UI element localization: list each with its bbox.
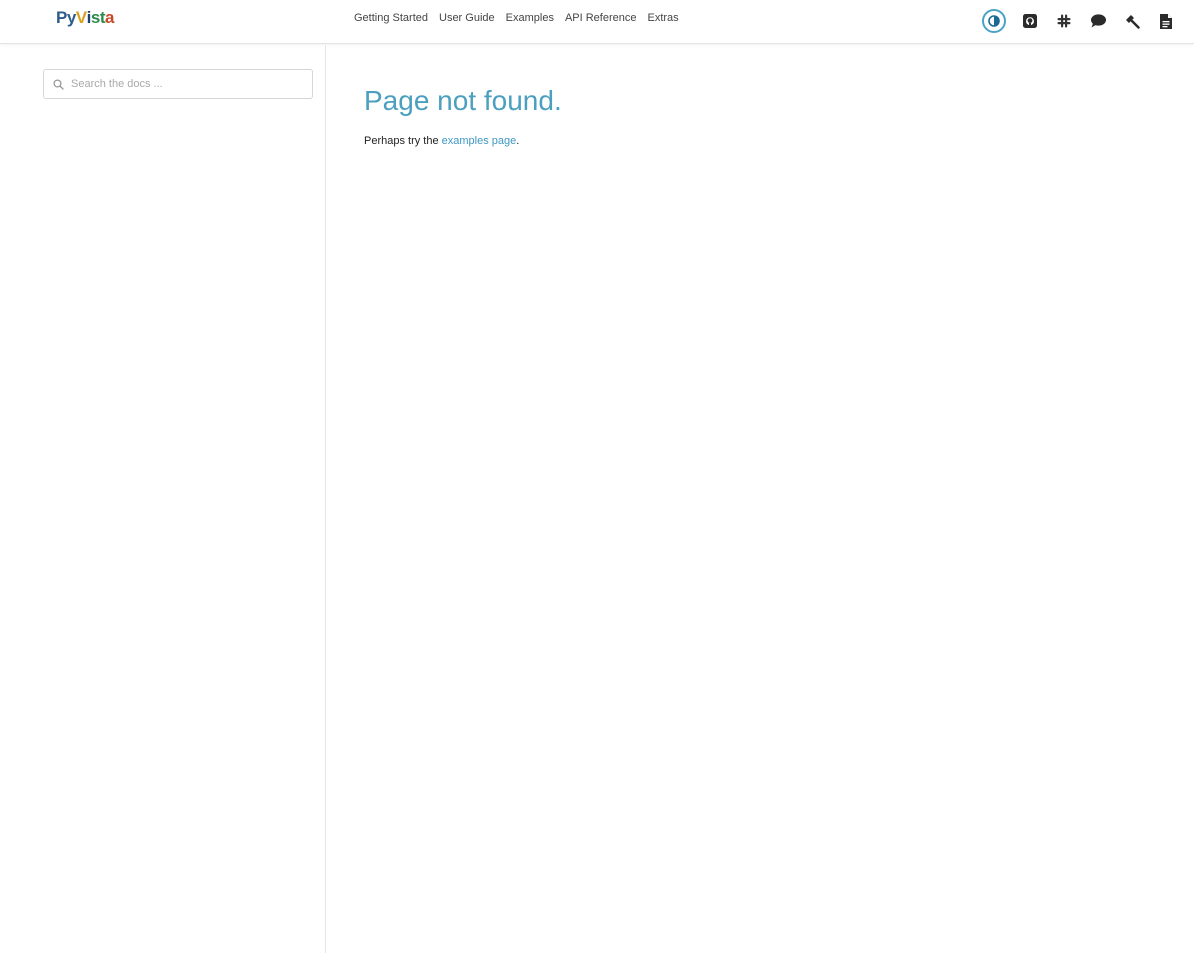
main-nav: Getting Started User Guide Examples API … <box>352 12 681 24</box>
discussions-link[interactable] <box>1088 11 1108 31</box>
not-found-message: Perhaps try the examples page. <box>364 135 1144 147</box>
nav-getting-started[interactable]: Getting Started <box>352 12 430 24</box>
search-box[interactable] <box>43 69 313 99</box>
discussion-icon <box>1090 14 1106 28</box>
github-link[interactable] <box>1020 11 1040 31</box>
navbar-icon-links <box>982 9 1176 33</box>
logo-part-v: V <box>75 8 87 27</box>
theme-toggle-button[interactable] <box>982 9 1006 33</box>
document-link[interactable] <box>1156 11 1176 31</box>
nav-api-reference[interactable]: API Reference <box>563 12 639 24</box>
nav-extras[interactable]: Extras <box>645 12 680 24</box>
pyvista-logo[interactable]: Py Vi st a <box>56 8 114 28</box>
logo-part-st: st <box>90 8 106 27</box>
sidebar <box>0 45 326 953</box>
message-text-before: Perhaps try the <box>364 135 442 147</box>
main-content: Page not found. Perhaps try the examples… <box>364 84 1144 147</box>
build-link[interactable] <box>1122 11 1142 31</box>
nav-examples[interactable]: Examples <box>504 12 556 24</box>
document-icon <box>1160 13 1172 29</box>
logo-part-a: a <box>105 8 114 27</box>
slack-icon <box>1057 14 1071 28</box>
examples-page-link[interactable]: examples page <box>442 135 517 147</box>
slack-link[interactable] <box>1054 11 1074 31</box>
nav-user-guide[interactable]: User Guide <box>437 12 497 24</box>
logo-part-py: Py <box>56 8 76 27</box>
message-text-after: . <box>516 135 520 147</box>
theme-toggle-icon <box>988 15 1000 27</box>
build-icon <box>1126 15 1140 29</box>
page-title: Page not found. <box>364 85 562 116</box>
top-navbar: Py Vi st a Getting Started User Guide Examp… <box>0 0 1194 44</box>
search-icon <box>53 78 64 90</box>
search-input[interactable] <box>71 78 291 90</box>
github-icon <box>1023 14 1037 28</box>
